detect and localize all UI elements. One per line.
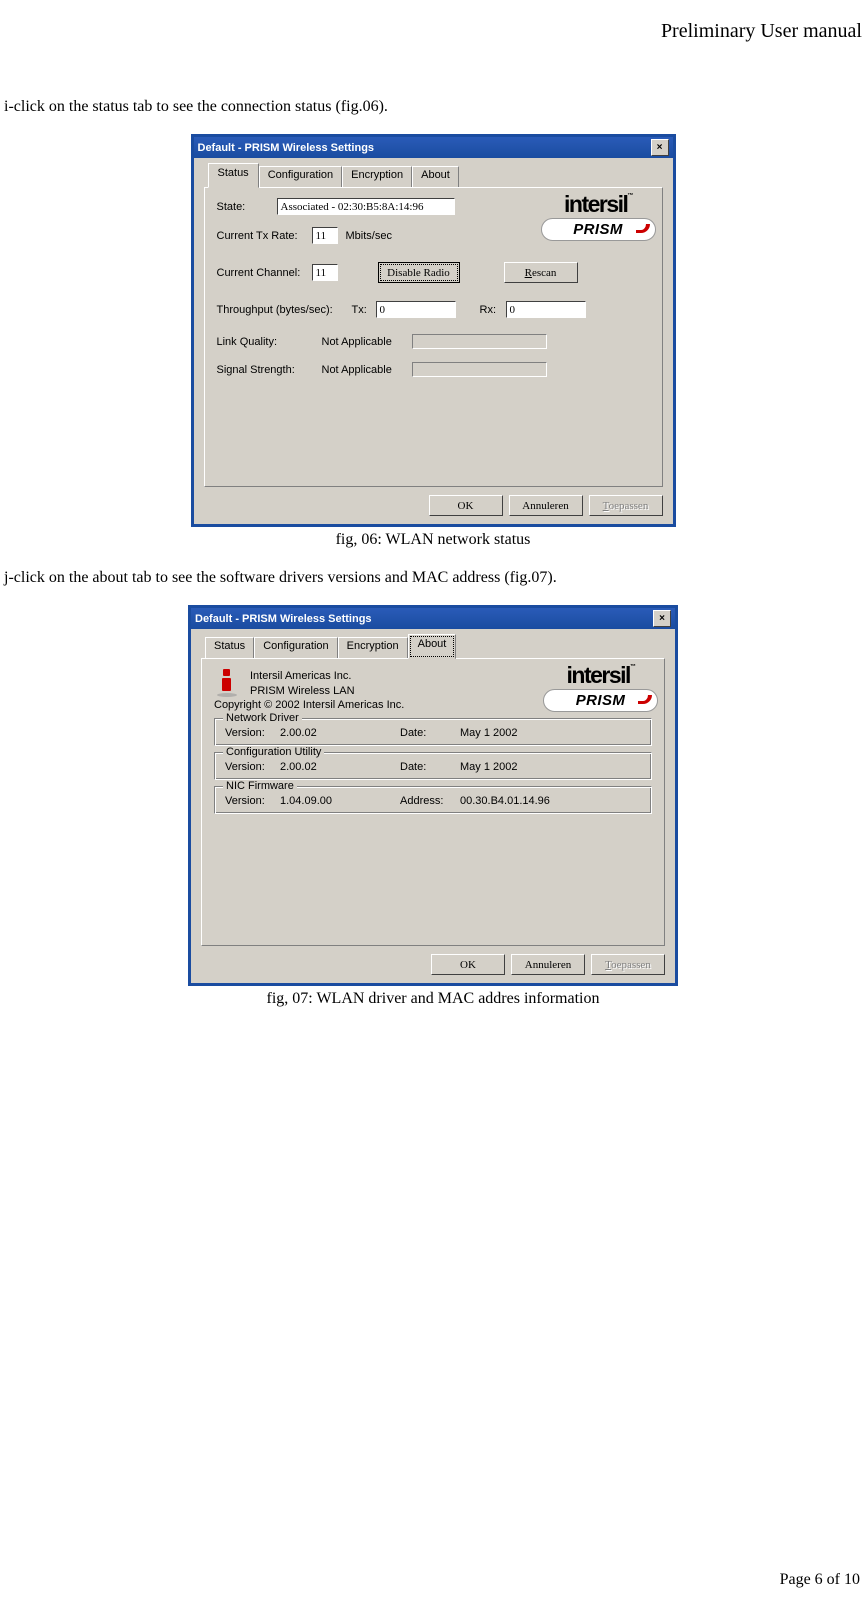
txrate-field[interactable]: 11 (312, 227, 338, 244)
prism-text: PRISM (573, 221, 623, 238)
version-label: Version: (225, 795, 280, 807)
txrate-label: Current Tx Rate: (217, 230, 312, 242)
product-name: PRISM Wireless LAN (250, 685, 355, 697)
rx-label: Rx: (480, 304, 506, 316)
config-utility-version: 2.00.02 (280, 761, 400, 773)
config-utility-group: Configuration Utility Version: 2.00.02 D… (214, 752, 652, 780)
titlebar: Default - PRISM Wireless Settings × (194, 137, 673, 158)
cancel-button[interactable]: Annuleren (509, 495, 583, 516)
state-field[interactable]: Associated - 02:30:B5:8A:14:96 (277, 198, 455, 215)
tab-configuration[interactable]: Configuration (259, 166, 342, 188)
tab-status[interactable]: Status (205, 637, 254, 659)
nic-firmware-group: NIC Firmware Version: 1.04.09.00 Address… (214, 786, 652, 814)
button-bar: OK Annuleren Toepassen (191, 954, 675, 983)
intersil-text: intersil (567, 662, 630, 688)
prism-text: PRISM (576, 692, 626, 709)
apply-button[interactable]: Toepassen (591, 954, 665, 975)
config-utility-date: May 1 2002 (460, 761, 517, 773)
window-title: Default - PRISM Wireless Settings (198, 142, 651, 154)
version-label: Version: (225, 727, 280, 739)
channel-label: Current Channel: (217, 267, 312, 279)
nic-firmware-address: 00.30.B4.01.14.96 (460, 795, 550, 807)
tab-strip: Status Configuration Encryption About (194, 158, 673, 187)
tab-about[interactable]: About (408, 634, 457, 659)
nic-firmware-version: 1.04.09.00 (280, 795, 400, 807)
group-legend: NIC Firmware (223, 780, 297, 792)
titlebar: Default - PRISM Wireless Settings × (191, 608, 675, 629)
link-quality-value: Not Applicable (322, 336, 412, 348)
signal-strength-bar (412, 362, 547, 377)
ok-button[interactable]: OK (429, 495, 503, 516)
channel-field[interactable]: 11 (312, 264, 338, 281)
tab-about[interactable]: About (412, 166, 459, 188)
close-icon[interactable]: × (653, 610, 671, 627)
brand-logo: intersil™ PRISM (541, 194, 656, 241)
button-bar: OK Annuleren Toepassen (194, 495, 673, 524)
group-legend: Configuration Utility (223, 746, 324, 758)
close-icon[interactable]: × (651, 139, 669, 156)
info-icon (214, 669, 242, 697)
state-label: State: (217, 201, 277, 213)
tab-configuration[interactable]: Configuration (254, 637, 337, 659)
figure-caption-07: fig, 07: WLAN driver and MAC addres info… (0, 990, 866, 1008)
tx-field[interactable]: 0 (376, 301, 456, 318)
tab-panel: intersil™ PRISM State: Associated - 02:3… (204, 187, 663, 487)
tab-strip: Status Configuration Encryption About (191, 629, 675, 658)
apply-button[interactable]: Toepassen (589, 495, 663, 516)
page-header: Preliminary User manual (0, 20, 866, 43)
version-label: Version: (225, 761, 280, 773)
link-quality-label: Link Quality: (217, 336, 322, 348)
instruction-j: j-click on the about tab to see the soft… (0, 569, 866, 587)
about-window: Default - PRISM Wireless Settings × Stat… (188, 605, 678, 986)
instruction-i: i-click on the status tab to see the con… (0, 98, 866, 116)
link-quality-bar (412, 334, 547, 349)
figure-caption-06: fig, 06: WLAN network status (0, 531, 866, 549)
tab-panel: intersil™ PRISM Intersil Americas Inc. P… (201, 658, 665, 946)
throughput-label: Throughput (bytes/sec): (217, 304, 352, 316)
tx-label: Tx: (352, 304, 376, 316)
ok-button[interactable]: OK (431, 954, 505, 975)
date-label: Date: (400, 761, 460, 773)
status-window: Default - PRISM Wireless Settings × Stat… (191, 134, 676, 527)
rescan-button[interactable]: Rescan (504, 262, 578, 283)
intersil-text: intersil (564, 191, 627, 217)
network-driver-version: 2.00.02 (280, 727, 400, 739)
date-label: Date: (400, 727, 460, 739)
window-title: Default - PRISM Wireless Settings (195, 613, 653, 625)
disable-radio-button[interactable]: Disable Radio (378, 262, 460, 283)
tab-encryption[interactable]: Encryption (342, 166, 412, 188)
brand-logo: intersil™ PRISM (543, 665, 658, 712)
txrate-unit: Mbits/sec (346, 230, 392, 242)
page-footer: Page 6 of 10 (780, 1571, 860, 1589)
network-driver-group: Network Driver Version: 2.00.02 Date: Ma… (214, 718, 652, 746)
network-driver-date: May 1 2002 (460, 727, 517, 739)
signal-strength-value: Not Applicable (322, 364, 412, 376)
rx-field[interactable]: 0 (506, 301, 586, 318)
tab-status[interactable]: Status (208, 163, 259, 188)
cancel-button[interactable]: Annuleren (511, 954, 585, 975)
signal-strength-label: Signal Strength: (217, 364, 322, 376)
company-name: Intersil Americas Inc. (250, 670, 355, 682)
address-label: Address: (400, 795, 460, 807)
tab-encryption[interactable]: Encryption (338, 637, 408, 659)
group-legend: Network Driver (223, 712, 302, 724)
